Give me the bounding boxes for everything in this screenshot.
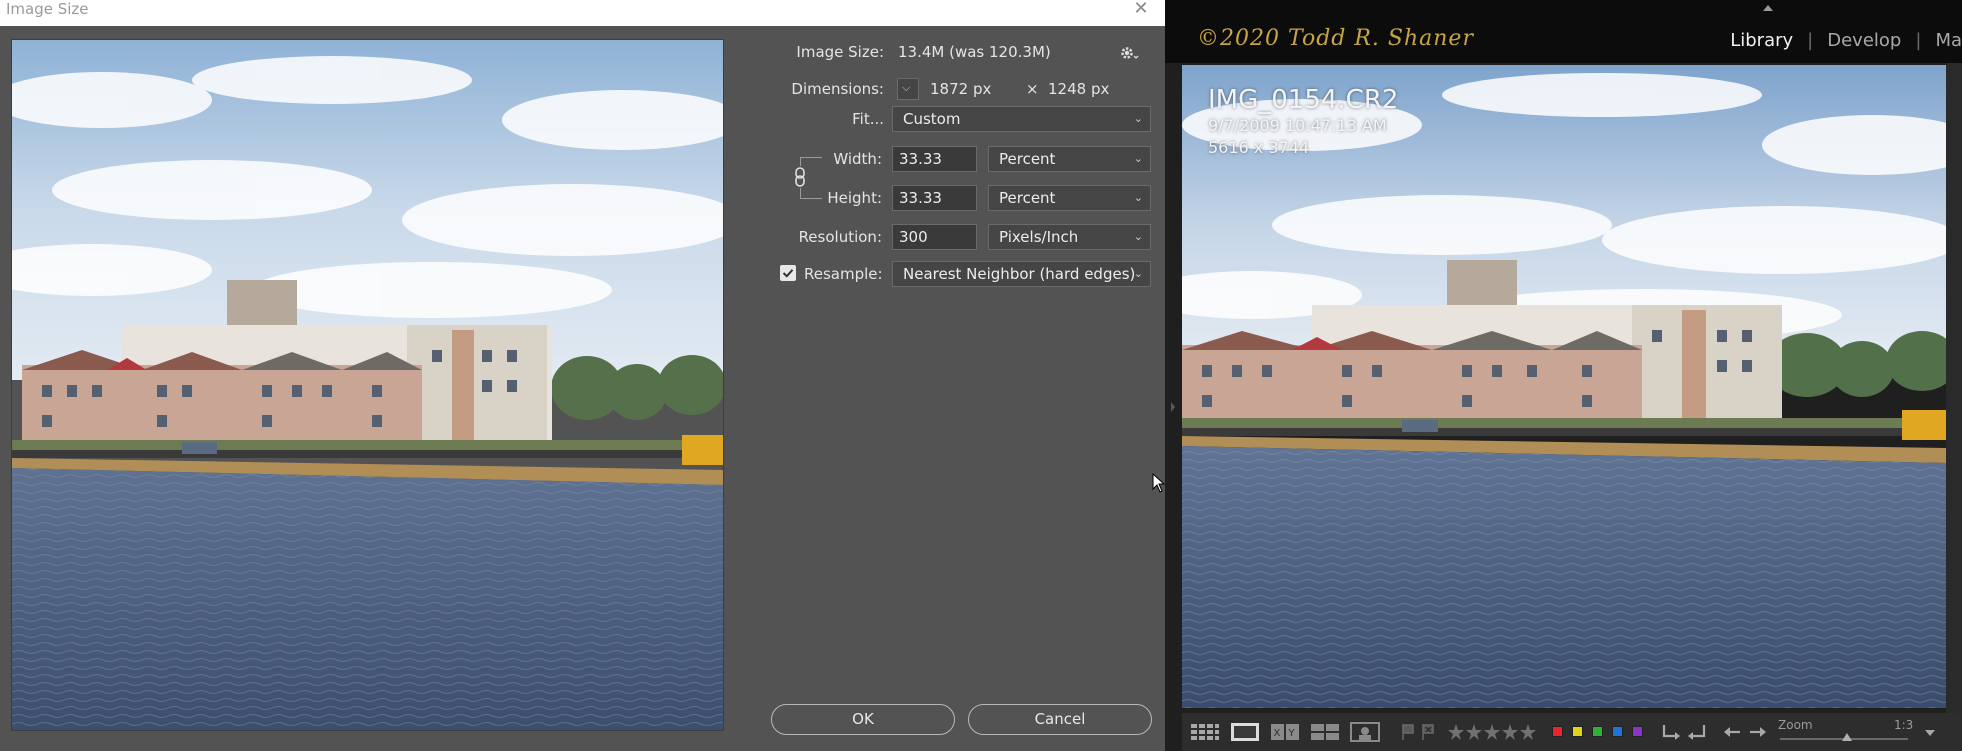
width-unit-select[interactable]: Percent ⌄ <box>988 146 1151 172</box>
right-panel-edge <box>1946 63 1962 713</box>
fit-value: Custom <box>903 110 961 128</box>
identity-plate: ©2020 Todd R. Shaner <box>1197 26 1474 51</box>
image-size-value: 13.4M (was 120.3M) <box>898 43 1051 61</box>
resolution-unit-value: Pixels/Inch <box>999 228 1079 246</box>
dialog-titlebar: Image Size ✕ <box>0 0 1165 26</box>
module-library[interactable]: Library <box>1730 30 1793 51</box>
loupe-view[interactable]: IMG_0154.CR2 9/7/2009 10:47:13 AM 5616 x… <box>1182 65 1946 708</box>
image-size-label: Image Size: <box>796 43 884 61</box>
color-label-green[interactable] <box>1592 726 1603 737</box>
rotate-left-icon[interactable] <box>1660 722 1682 742</box>
resample-checkbox[interactable] <box>780 265 796 281</box>
mouse-cursor-icon <box>1152 472 1166 493</box>
width-unit-value: Percent <box>999 150 1056 168</box>
loupe-info-overlay: IMG_0154.CR2 9/7/2009 10:47:13 AM 5616 x… <box>1208 85 1398 159</box>
resolution-input[interactable]: 300 <box>892 224 977 250</box>
width-input[interactable]: 33.33 <box>892 146 977 172</box>
dimensions-dropdown[interactable]: ⌵ <box>897 78 919 100</box>
dimensions-label: Dimensions: <box>791 80 884 98</box>
image-size-dialog: Image Size ✕ Image Size: 13.4M (was 120.… <box>0 0 1166 751</box>
resolution-label: Resolution: <box>798 228 882 246</box>
chevron-down-icon: ⌄ <box>1133 267 1143 280</box>
next-photo-icon[interactable] <box>1748 722 1768 742</box>
star-rating[interactable] <box>1448 722 1536 742</box>
flag-icon[interactable] <box>1400 722 1416 742</box>
chevron-down-icon: ⌄ <box>1133 230 1143 243</box>
people-view-icon[interactable] <box>1350 722 1380 742</box>
link-icon[interactable] <box>792 166 808 188</box>
resample-method-value: Nearest Neighbor (hard edges) <box>903 265 1136 283</box>
module-separator: | <box>1915 30 1922 51</box>
chevron-down-icon: ⌄ <box>1133 191 1143 204</box>
height-label: Height: <box>827 189 882 207</box>
dimensions-width-value: 1872 px <box>930 80 992 98</box>
module-picker: Library | Develop | Ma <box>1730 30 1962 51</box>
cancel-button[interactable]: Cancel <box>968 704 1152 735</box>
toolbar-menu-chevron-icon[interactable] <box>1922 722 1938 742</box>
svg-text:Y: Y <box>1288 728 1296 739</box>
height-unit-select[interactable]: Percent ⌄ <box>988 185 1151 211</box>
module-develop[interactable]: Develop <box>1827 30 1901 51</box>
reject-flag-icon[interactable] <box>1420 722 1436 742</box>
photo-dimensions: 5616 x 3744 <box>1208 138 1310 157</box>
survey-view-icon[interactable] <box>1310 722 1340 742</box>
color-label-purple[interactable] <box>1632 726 1643 737</box>
width-label: Width: <box>833 150 882 168</box>
left-panel-toggle[interactable] <box>1169 400 1177 414</box>
chevron-down-icon: ⌄ <box>1133 112 1143 125</box>
photo-filename: IMG_0154.CR2 <box>1208 85 1399 115</box>
fit-select[interactable]: Custom ⌄ <box>892 106 1151 132</box>
chevron-down-icon: ⌄ <box>1133 152 1143 165</box>
checkmark-icon <box>782 269 794 278</box>
collapse-top-panel-icon[interactable] <box>1761 0 1775 11</box>
resample-label: Resample: <box>804 265 883 283</box>
zoom-slider-thumb[interactable] <box>1842 733 1852 741</box>
chevron-down-icon: ⌵ <box>902 82 911 94</box>
image-preview[interactable] <box>11 39 724 731</box>
svg-text:X: X <box>1274 728 1281 739</box>
photo-datetime: 9/7/2009 10:47:13 AM <box>1208 116 1387 135</box>
zoom-ratio: 1:3 <box>1894 718 1914 732</box>
height-input[interactable]: 33.33 <box>892 185 977 211</box>
color-label-red[interactable] <box>1552 726 1563 737</box>
dimensions-x: × <box>1026 80 1039 98</box>
loupe-view-icon[interactable] <box>1230 722 1260 742</box>
resolution-unit-select[interactable]: Pixels/Inch ⌄ <box>988 224 1151 250</box>
dialog-title: Image Size <box>6 0 89 18</box>
dimensions-height-value: 1248 px <box>1048 80 1110 98</box>
harbor-photo-loupe <box>1182 65 1946 708</box>
close-icon[interactable]: ✕ <box>1131 0 1151 19</box>
color-label-blue[interactable] <box>1612 726 1623 737</box>
lightroom-top-panel: ©2020 Todd R. Shaner Library | Develop | Ma <box>1165 0 1962 63</box>
color-label-yellow[interactable] <box>1572 726 1583 737</box>
resample-method-select[interactable]: Nearest Neighbor (hard edges) ⌄ <box>892 261 1151 287</box>
rotate-right-icon[interactable] <box>1686 722 1708 742</box>
library-toolbar: XY Zoom 1:3 <box>1182 713 1962 751</box>
previous-photo-icon[interactable] <box>1722 722 1742 742</box>
height-unit-value: Percent <box>999 189 1056 207</box>
fit-label: Fit... <box>852 110 884 128</box>
lightroom-window: ©2020 Todd R. Shaner Library | Develop | Ma <box>1165 0 1962 751</box>
module-separator: | <box>1807 30 1814 51</box>
zoom-label: Zoom <box>1778 718 1813 732</box>
ok-button[interactable]: OK <box>771 704 955 735</box>
grid-view-icon[interactable] <box>1190 722 1220 742</box>
compare-view-icon[interactable]: XY <box>1270 722 1300 742</box>
module-map[interactable]: Ma <box>1935 30 1962 51</box>
gear-icon[interactable] <box>1118 44 1140 64</box>
harbor-photo-preview <box>12 40 723 730</box>
